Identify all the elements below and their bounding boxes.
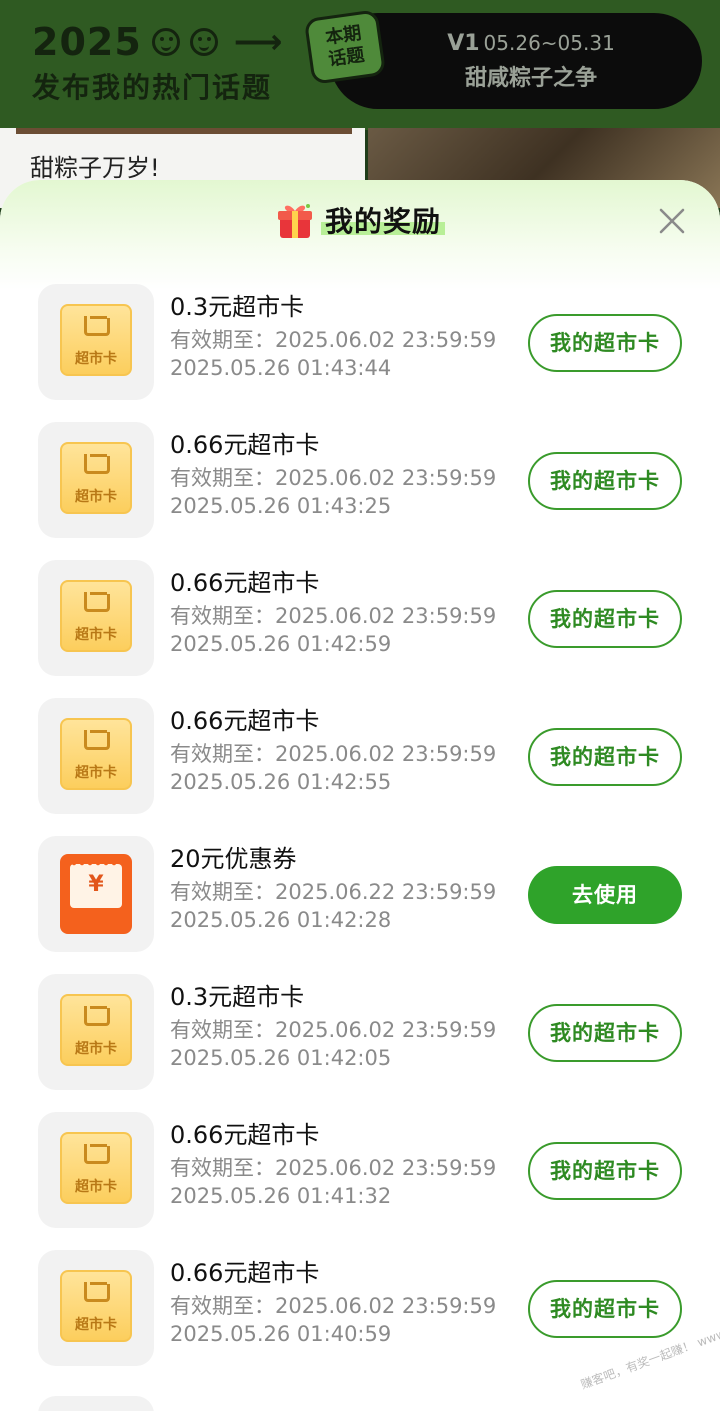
reward-item: 超市卡 0.3元超市卡 有效期至：2025.06.02 23:59:59 202… (0, 284, 720, 422)
reward-title: 0.66元超市卡 (170, 569, 320, 597)
card-icon-label: 超市卡 (75, 489, 117, 505)
reward-title: 0.66元超市卡 (170, 707, 320, 735)
close-icon[interactable] (655, 204, 689, 238)
reward-info: 0.66元超市卡 有效期至：2025.06.02 23:59:59 2025.0… (170, 706, 496, 796)
banner-year: 2025 (32, 20, 142, 64)
reward-time: 2025.05.26 01:42:55 (170, 770, 392, 794)
reward-thumbnail: ¥ (38, 836, 154, 952)
my-card-button[interactable]: 我的超市卡 (528, 1280, 682, 1338)
reward-info: 0.66元超市卡 有效期至：2025.06.02 23:59:59 2025.0… (170, 1120, 496, 1210)
reward-expire: 有效期至：2025.06.02 23:59:59 (170, 328, 497, 352)
card-icon-label: 超市卡 (75, 351, 117, 367)
my-card-button[interactable]: 我的超市卡 (528, 1004, 682, 1062)
reward-info: 0.3元超市卡 有效期至：2025.06.02 23:59:59 2025.05… (170, 982, 496, 1072)
supermarket-card-icon: 超市卡 (60, 442, 132, 514)
reward-info: 20元优惠券 有效期至：2025.06.22 23:59:59 2025.05.… (170, 844, 496, 934)
reward-title: 0.66元超市卡 (170, 431, 320, 459)
reward-thumbnail: 超市卡 (38, 974, 154, 1090)
supermarket-card-icon: 超市卡 (60, 1270, 132, 1342)
list-item-partial (38, 1396, 154, 1411)
my-card-button[interactable]: 我的超市卡 (528, 590, 682, 648)
reward-thumbnail: 超市卡 (38, 1250, 154, 1366)
reward-item: 超市卡 0.3元超市卡 有效期至：2025.06.02 23:59:59 202… (0, 974, 720, 1112)
reward-expire: 有效期至：2025.06.02 23:59:59 (170, 1294, 497, 1318)
reward-expire: 有效期至：2025.06.02 23:59:59 (170, 466, 497, 490)
card-icon-label: 超市卡 (75, 1179, 117, 1195)
card-icon-label: 超市卡 (75, 1317, 117, 1333)
reward-expire: 有效期至：2025.06.02 23:59:59 (170, 1156, 497, 1180)
reward-expire: 有效期至：2025.06.02 23:59:59 (170, 742, 497, 766)
reward-title: 0.3元超市卡 (170, 293, 305, 321)
reward-expire: 有效期至：2025.06.22 23:59:59 (170, 880, 497, 904)
reward-time: 2025.05.26 01:42:28 (170, 908, 392, 932)
reward-thumbnail: 超市卡 (38, 422, 154, 538)
card-icon-label: 超市卡 (75, 627, 117, 643)
background-post-text: 甜粽子万岁! (30, 154, 160, 182)
supermarket-card-icon: 超市卡 (60, 718, 132, 790)
rewards-sheet: 我的奖励 超市卡 0.3元超市卡 有效期至：2025.06.02 23:59:5… (0, 180, 720, 1411)
reward-item: ¥ 20元优惠券 有效期至：2025.06.22 23:59:59 2025.0… (0, 836, 720, 974)
reward-thumbnail: 超市卡 (38, 560, 154, 676)
supermarket-card-icon: 超市卡 (60, 1132, 132, 1204)
reward-info: 0.66元超市卡 有效期至：2025.06.02 23:59:59 2025.0… (170, 1258, 496, 1348)
topic-badge-label: 本期话题 (324, 22, 366, 71)
reward-thumbnail: 超市卡 (38, 1112, 154, 1228)
reward-thumbnail: 超市卡 (38, 698, 154, 814)
reward-time: 2025.05.26 01:43:25 (170, 494, 392, 518)
supermarket-card-icon: 超市卡 (60, 580, 132, 652)
reward-thumbnail: 超市卡 (38, 284, 154, 400)
coupon-yuan-symbol: ¥ (88, 872, 104, 897)
reward-time: 2025.05.26 01:40:59 (170, 1322, 392, 1346)
coupon-icon: ¥ (60, 854, 132, 934)
reward-title: 0.3元超市卡 (170, 983, 305, 1011)
reward-time: 2025.05.26 01:42:05 (170, 1046, 392, 1070)
smiley-icon (151, 28, 180, 56)
reward-info: 0.66元超市卡 有效期至：2025.06.02 23:59:59 2025.0… (170, 430, 496, 520)
page: 2025 ⟶ 发布我的热门话题 V1 05.26~05.31 甜咸粽子之争 本期话… (0, 0, 720, 1411)
reward-time: 2025.05.26 01:41:32 (170, 1184, 392, 1208)
reward-title: 0.66元超市卡 (170, 1259, 320, 1287)
reward-time: 2025.05.26 01:43:44 (170, 356, 392, 380)
supermarket-card-icon: 超市卡 (60, 304, 132, 376)
my-card-button[interactable]: 我的超市卡 (528, 314, 682, 372)
my-card-button[interactable]: 我的超市卡 (528, 1142, 682, 1200)
reward-time: 2025.05.26 01:42:59 (170, 632, 392, 656)
reward-expire: 有效期至：2025.06.02 23:59:59 (170, 604, 497, 628)
reward-item: 超市卡 0.66元超市卡 有效期至：2025.06.02 23:59:59 20… (0, 560, 720, 698)
background-post-image (16, 128, 352, 134)
reward-info: 0.3元超市卡 有效期至：2025.06.02 23:59:59 2025.05… (170, 292, 496, 382)
banner-subtitle: 发布我的热门话题 (32, 71, 273, 104)
reward-item: 超市卡 0.66元超市卡 有效期至：2025.06.02 23:59:59 20… (0, 1112, 720, 1250)
reward-title: 20元优惠券 (170, 845, 297, 873)
sheet-header: 我的奖励 (0, 180, 720, 290)
gift-icon (277, 204, 312, 238)
reward-info: 0.66元超市卡 有效期至：2025.06.02 23:59:59 2025.0… (170, 568, 496, 658)
reward-title: 0.66元超市卡 (170, 1121, 320, 1149)
sheet-title: 我的奖励 (320, 200, 445, 240)
smiley-icon (189, 28, 218, 56)
topic-name: 甜咸粽子之争 (464, 66, 597, 91)
topic-version: V1 (447, 31, 480, 56)
topic-pill[interactable]: V1 05.26~05.31 甜咸粽子之争 (330, 13, 702, 109)
use-coupon-button[interactable]: 去使用 (528, 866, 682, 924)
card-icon-label: 超市卡 (75, 1041, 117, 1057)
topic-dates: 05.26~05.31 (483, 31, 615, 55)
reward-item: 超市卡 0.66元超市卡 有效期至：2025.06.02 23:59:59 20… (0, 422, 720, 560)
reward-item: 超市卡 0.66元超市卡 有效期至：2025.06.02 23:59:59 20… (0, 698, 720, 836)
my-card-button[interactable]: 我的超市卡 (528, 728, 682, 786)
reward-expire: 有效期至：2025.06.02 23:59:59 (170, 1018, 497, 1042)
my-card-button[interactable]: 我的超市卡 (528, 452, 682, 510)
arrow-right-icon: ⟶ (233, 22, 284, 62)
supermarket-card-icon: 超市卡 (60, 994, 132, 1066)
banner-title: 2025 ⟶ 发布我的热门话题 (32, 20, 284, 106)
topic-badge: 本期话题 (303, 9, 387, 85)
reward-list: 超市卡 0.3元超市卡 有效期至：2025.06.02 23:59:59 202… (0, 284, 720, 1388)
card-icon-label: 超市卡 (75, 765, 117, 781)
